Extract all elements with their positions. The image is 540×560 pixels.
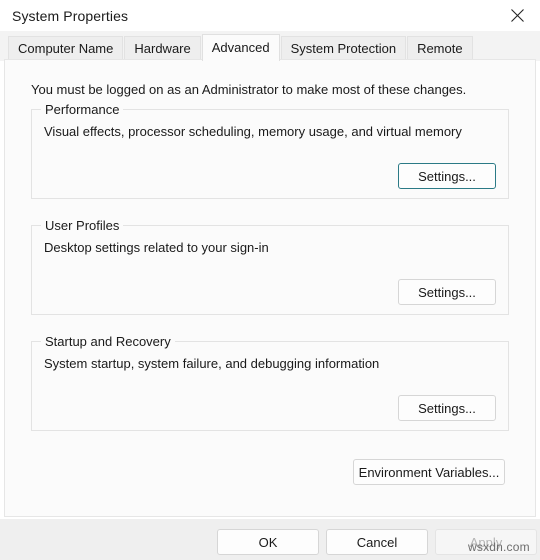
tab-computer-name[interactable]: Computer Name xyxy=(8,36,124,61)
performance-settings-button[interactable]: Settings... xyxy=(398,163,496,189)
performance-description: Visual effects, processor scheduling, me… xyxy=(44,124,462,139)
close-icon xyxy=(510,9,524,22)
administrator-note: You must be logged on as an Administrato… xyxy=(31,82,467,97)
advanced-tab-panel: You must be logged on as an Administrato… xyxy=(4,59,536,517)
window-title: System Properties xyxy=(12,7,129,24)
startup-recovery-description: System startup, system failure, and debu… xyxy=(44,356,380,371)
ok-button[interactable]: OK xyxy=(217,529,319,555)
performance-group-legend: Performance xyxy=(41,102,124,117)
dialog-footer: OK Cancel Apply xyxy=(0,519,540,560)
tab-strip: Computer Name Hardware Advanced System P… xyxy=(0,31,540,61)
title-bar: System Properties xyxy=(0,0,540,31)
user-profiles-group-legend: User Profiles xyxy=(41,218,124,233)
user-profiles-settings-button[interactable]: Settings... xyxy=(398,279,496,305)
tab-hardware[interactable]: Hardware xyxy=(124,36,201,61)
tab-system-protection[interactable]: System Protection xyxy=(280,36,407,61)
tab-remote[interactable]: Remote xyxy=(407,36,473,61)
startup-recovery-group-legend: Startup and Recovery xyxy=(41,334,175,349)
startup-recovery-group: Startup and Recovery System startup, sys… xyxy=(31,334,509,431)
performance-group: Performance Visual effects, processor sc… xyxy=(31,102,509,199)
user-profiles-description: Desktop settings related to your sign-in xyxy=(44,240,269,255)
startup-recovery-settings-button[interactable]: Settings... xyxy=(398,395,496,421)
watermark: wsxdn.com xyxy=(468,540,530,554)
close-button[interactable] xyxy=(494,0,540,31)
cancel-button[interactable]: Cancel xyxy=(326,529,428,555)
environment-variables-button[interactable]: Environment Variables... xyxy=(353,459,505,485)
user-profiles-group: User Profiles Desktop settings related t… xyxy=(31,218,509,315)
tab-advanced[interactable]: Advanced xyxy=(201,34,280,61)
